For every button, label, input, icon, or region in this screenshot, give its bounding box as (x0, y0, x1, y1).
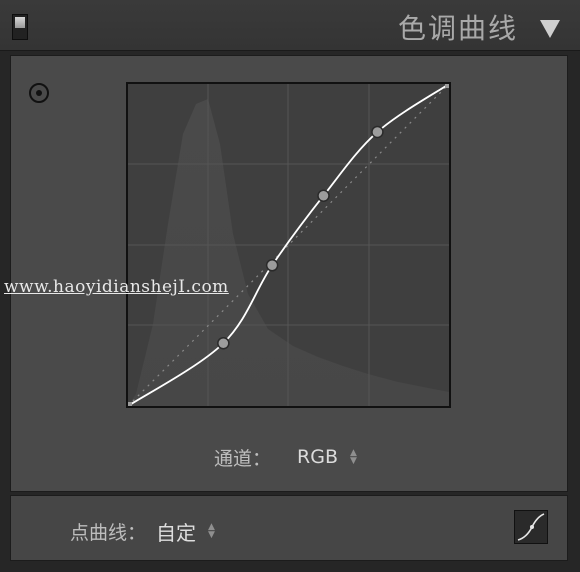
curve-control-point[interactable] (265, 259, 279, 272)
curve-canvas[interactable] (128, 84, 449, 406)
channel-value[interactable]: RGB (297, 446, 338, 468)
curve-endpoint[interactable] (128, 402, 132, 406)
point-curve-stepper-icon[interactable]: ▲ ▼ (208, 523, 215, 540)
curve-control-point[interactable] (317, 189, 330, 202)
curve-control-point[interactable] (217, 336, 230, 350)
curve-edit-button[interactable] (514, 510, 548, 544)
panel-title: 色调曲线 (397, 12, 518, 45)
channel-label: 通道： (214, 447, 272, 470)
triangle-down-icon[interactable] (540, 20, 560, 38)
watermark-link[interactable]: www.haoyidianshejI.com (4, 277, 229, 297)
channel-selector[interactable]: 通道： RGB ▲ ▼ (214, 444, 357, 470)
target-adjust-icon[interactable] (29, 83, 49, 103)
point-curve-label: 点曲线： (70, 521, 147, 544)
point-curve-selector[interactable]: 点曲线： 自定 ▲ ▼ (70, 517, 215, 545)
panel-switch-icon[interactable] (12, 14, 28, 40)
tone-curve-graph[interactable] (126, 82, 451, 408)
channel-stepper-icon[interactable]: ▲ ▼ (350, 449, 357, 466)
curve-endpoint[interactable] (445, 84, 449, 88)
panel-header[interactable]: 色调曲线 (0, 0, 580, 51)
tone-curve-panel: 色调曲线 www.haoyidianshejI.com 通道： RGB ▲ ▼ … (0, 0, 580, 572)
curve-control-point[interactable] (371, 125, 384, 139)
point-curve-value[interactable]: 自定 (156, 517, 196, 546)
curve-edit-icon (517, 513, 545, 541)
